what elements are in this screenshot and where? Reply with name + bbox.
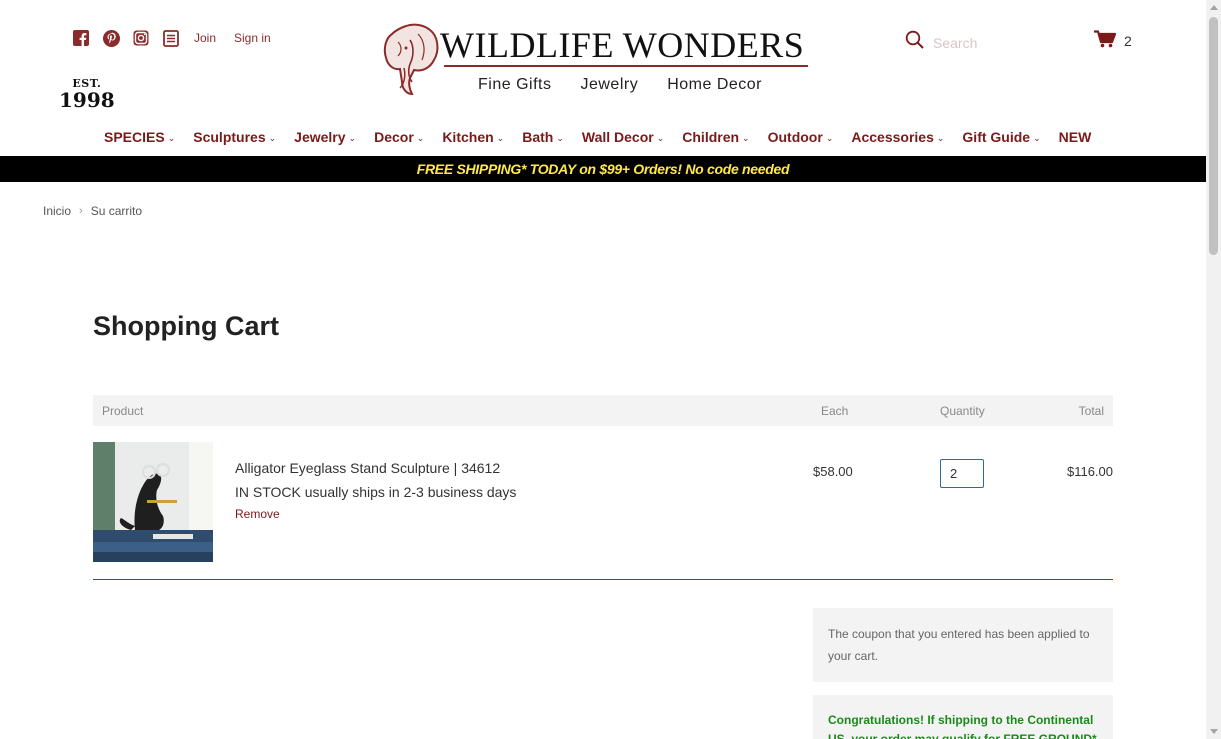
est-year: 1998	[59, 88, 115, 112]
facebook-icon[interactable]	[72, 29, 90, 47]
newsletter-icon[interactable]	[162, 29, 180, 47]
chevron-down-icon: ⌄	[1033, 132, 1041, 143]
nav-item-wall-decor[interactable]: Wall Decor ⌄	[582, 129, 664, 145]
nav-label: Kitchen	[442, 129, 494, 145]
nav-label: Accessories	[851, 129, 934, 145]
nav-item-new[interactable]: NEW	[1059, 129, 1092, 145]
breadcrumb: Inicio › Su carrito	[43, 204, 142, 218]
header-product: Product	[102, 404, 144, 418]
elephant-logo-icon	[383, 23, 439, 96]
instagram-icon[interactable]	[132, 29, 150, 47]
header-quantity: Quantity	[940, 404, 985, 418]
est-badge: EST. 1998	[59, 78, 115, 110]
cart-count: 2	[1124, 32, 1132, 49]
join-link[interactable]: Join	[194, 31, 216, 45]
logo-title: WILDLIFE WONDERS	[440, 25, 805, 65]
shipping-congrats: Congratulations! If shipping to the Cont…	[813, 695, 1113, 739]
chevron-down-icon: ⌄	[268, 132, 277, 143]
chevron-down-icon: ⌄	[416, 132, 425, 143]
search-box	[905, 30, 1055, 55]
stock-status: IN STOCK usually ships in 2-3 business d…	[235, 484, 517, 500]
nav-item-decor[interactable]: Decor ⌄	[374, 129, 424, 145]
scroll-thumb[interactable]	[1209, 17, 1218, 255]
product-image[interactable]	[93, 442, 213, 562]
logo-divider	[444, 65, 808, 67]
scroll-up-icon[interactable]	[1210, 5, 1218, 10]
nav-label: Decor	[374, 129, 414, 145]
social-bar: Join Sign in	[72, 29, 271, 47]
logo-tagline: Fine Gifts Jewelry Home Decor	[478, 76, 762, 94]
cart-icon	[1094, 30, 1117, 51]
nav-item-gift-guide[interactable]: Gift Guide ⌄	[962, 129, 1040, 145]
coupon-notice: The coupon that you entered has been app…	[813, 608, 1113, 682]
nav-label: Children	[682, 129, 740, 145]
header-each: Each	[821, 404, 849, 418]
nav-item-children[interactable]: Children ⌄	[682, 129, 749, 145]
chevron-down-icon: ⌄	[825, 132, 834, 143]
chevron-down-icon: ⌄	[936, 132, 945, 143]
page-scrollbar[interactable]	[1206, 0, 1221, 739]
cart-table-header: Product Each Quantity Total	[93, 395, 1113, 426]
unit-price: $58.00	[813, 464, 853, 479]
nav-item-accessories[interactable]: Accessories ⌄	[851, 129, 944, 145]
chevron-down-icon: ⌄	[167, 132, 176, 143]
nav-label: Wall Decor	[581, 129, 654, 145]
nav-label: Bath	[522, 129, 554, 145]
header-total: Total	[1078, 404, 1104, 418]
pinterest-icon[interactable]	[102, 29, 120, 47]
product-name[interactable]: Alligator Eyeglass Stand Sculpture | 346…	[235, 460, 500, 476]
quantity-input[interactable]	[940, 459, 984, 488]
promo-banner[interactable]: FREE SHIPPING* TODAY on $99+ Orders! No …	[0, 156, 1206, 182]
nav-label: Jewelry	[294, 129, 346, 145]
chevron-down-icon: ⌄	[556, 132, 564, 143]
page: Join Sign in EST. 1998 WILDLIFE WONDERS …	[0, 0, 1206, 739]
breadcrumb-current: Su carrito	[90, 204, 143, 218]
nav-item-outdoor[interactable]: Outdoor ⌄	[768, 129, 834, 145]
chevron-down-icon: ⌄	[656, 132, 665, 143]
cart-link[interactable]: 2	[1094, 30, 1132, 51]
chevron-down-icon: ⌄	[742, 132, 750, 143]
chevron-right-icon: ›	[79, 205, 83, 217]
tagline-item: Jewelry	[580, 76, 639, 93]
scroll-down-icon[interactable]	[1210, 729, 1218, 734]
nav-item-kitchen[interactable]: Kitchen ⌄	[442, 129, 504, 145]
search-input[interactable]	[931, 33, 1055, 52]
chevron-down-icon: ⌄	[348, 132, 357, 143]
line-total: $116.00	[1066, 464, 1113, 479]
tagline-item: Home Decor	[667, 76, 763, 93]
nav-item-sculptures[interactable]: Sculptures ⌄	[193, 129, 276, 145]
nav-label: SPECIES	[104, 129, 165, 145]
main-nav: SPECIES ⌄ Sculptures ⌄ Jewelry ⌄ Decor ⌄ Kit…	[104, 129, 1109, 145]
breadcrumb-home[interactable]: Inicio	[43, 204, 71, 218]
nav-item-bath[interactable]: Bath ⌄	[522, 129, 564, 145]
nav-label: NEW	[1058, 129, 1092, 145]
chevron-down-icon: ⌄	[496, 132, 505, 143]
site-logo[interactable]: WILDLIFE WONDERS Fine Gifts Jewelry Home…	[380, 20, 810, 100]
nav-label: Gift Guide	[962, 129, 1031, 145]
nav-label: Sculptures	[193, 129, 266, 145]
page-title: Shopping Cart	[93, 311, 279, 341]
remove-button[interactable]: Remove	[235, 507, 280, 521]
signin-link[interactable]: Sign in	[234, 31, 271, 45]
nav-item-species[interactable]: SPECIES ⌄	[104, 129, 175, 145]
cart-item-row: Alligator Eyeglass Stand Sculpture | 346…	[93, 442, 1113, 580]
nav-item-jewelry[interactable]: Jewelry ⌄	[294, 129, 356, 145]
tagline-item: Fine Gifts	[478, 76, 552, 93]
search-icon[interactable]	[905, 30, 925, 55]
nav-label: Outdoor	[767, 129, 823, 145]
